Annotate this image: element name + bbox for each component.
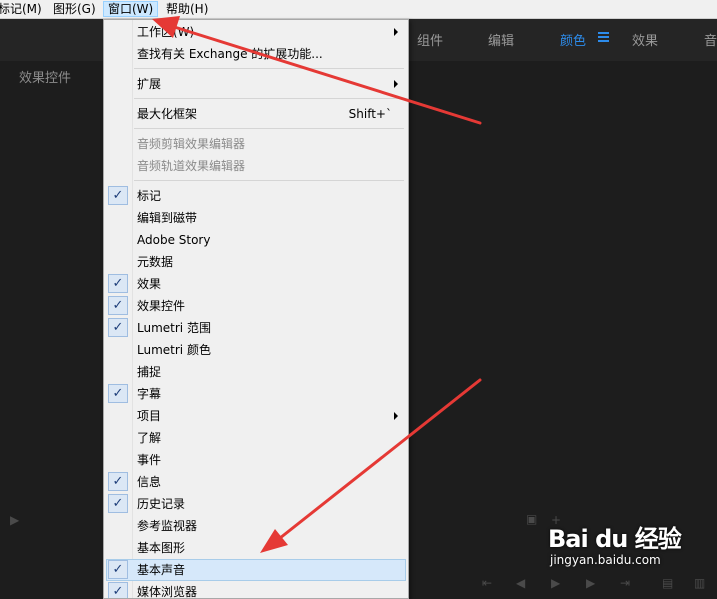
watermark-url: jingyan.baidu.com (550, 553, 661, 567)
menu-item-audio-clip-effect-editor: 音频剪辑效果编辑器 (106, 133, 406, 155)
play-indicator-icon[interactable]: ▶ (10, 514, 19, 526)
menu-item-label: Adobe Story (137, 233, 211, 247)
menu-item-effect-controls[interactable]: ✓ 效果控件 (106, 295, 406, 317)
overwrite-icon[interactable]: ▥ (694, 577, 705, 589)
menu-window[interactable]: 窗口(W) (103, 1, 159, 17)
go-to-out-icon[interactable]: ⇥ (620, 577, 630, 589)
window-menu-dropdown: 工作区(W) 查找有关 Exchange 的扩展功能... 扩展 最大化框架 S… (103, 19, 409, 599)
menu-item-capture[interactable]: 捕捉 (106, 361, 406, 383)
go-to-in-icon[interactable]: ⇤ (482, 577, 492, 589)
submenu-arrow-icon (394, 28, 398, 36)
step-back-icon[interactable]: ◀ (516, 577, 525, 589)
menu-item-label: 基本声音 (137, 563, 186, 577)
menu-item-label: 编辑到磁带 (137, 211, 198, 225)
tab-assembly[interactable]: 组件 (417, 30, 443, 49)
checkmark-icon: ✓ (108, 494, 128, 513)
menu-item-label: 查找有关 Exchange 的扩展功能... (137, 47, 323, 61)
menu-item-label: 历史记录 (137, 497, 186, 511)
menu-item-markers[interactable]: ✓ 标记 (106, 185, 406, 207)
menu-separator (134, 98, 404, 99)
workspace-menu-icon[interactable] (598, 32, 609, 43)
menu-item-workspace[interactable]: 工作区(W) (106, 21, 406, 43)
menu-item-label: 捕捉 (137, 365, 162, 379)
menu-item-adobe-story[interactable]: Adobe Story (106, 229, 406, 251)
tab-effects[interactable]: 效果 (632, 30, 658, 49)
menu-item-find-exchange[interactable]: 查找有关 Exchange 的扩展功能... (106, 43, 406, 65)
menu-item-label: 了解 (137, 431, 162, 445)
checkmark-icon: ✓ (108, 274, 128, 293)
menu-item-maximize-frame[interactable]: 最大化框架 Shift+` (106, 103, 406, 125)
menu-graphics[interactable]: 图形(G) (49, 1, 100, 17)
tab-editing[interactable]: 编辑 (488, 30, 514, 49)
menu-item-project[interactable]: 项目 (106, 405, 406, 427)
step-forward-icon[interactable]: ▶ (586, 577, 595, 589)
menu-item-label: Lumetri 颜色 (137, 343, 211, 357)
menu-item-label: 项目 (137, 409, 162, 423)
menu-help[interactable]: 帮助(H) (162, 1, 212, 17)
menu-item-label: 音频剪辑效果编辑器 (137, 137, 246, 151)
checkmark-icon: ✓ (108, 296, 128, 315)
menu-item-label: 信息 (137, 475, 162, 489)
export-frame-icon[interactable]: ▣ (526, 513, 537, 525)
menu-item-essential-graphics[interactable]: 基本图形 (106, 537, 406, 559)
menu-item-label: 工作区(W) (137, 25, 195, 39)
menu-item-label: 媒体浏览器 (137, 585, 198, 599)
tab-color[interactable]: 颜色 (560, 30, 586, 49)
menu-marker[interactable]: 标记(M) (0, 1, 46, 17)
watermark-brand: Bai du 经验 (548, 525, 682, 553)
menu-item-label: 最大化框架 (137, 107, 198, 121)
menu-item-label: 元数据 (137, 255, 174, 269)
menu-item-label: 效果控件 (137, 299, 186, 313)
menu-item-media-browser[interactable]: ✓ 媒体浏览器 (106, 581, 406, 599)
menu-item-label: 字幕 (137, 387, 162, 401)
menu-item-edit-to-tape[interactable]: 编辑到磁带 (106, 207, 406, 229)
checkmark-icon: ✓ (108, 186, 128, 205)
submenu-arrow-icon (394, 412, 398, 420)
menu-item-essential-sound[interactable]: ✓ 基本声音 (106, 559, 406, 581)
shortcut-label: Shift+` (348, 107, 392, 121)
menu-item-label: 参考监视器 (137, 519, 198, 533)
menu-item-label: 音频轨道效果编辑器 (137, 159, 246, 173)
checkmark-icon: ✓ (108, 318, 128, 337)
effect-controls-panel-title[interactable]: 效果控件 (19, 67, 71, 86)
menu-item-label: Lumetri 范围 (137, 321, 211, 335)
menu-item-lumetri-color[interactable]: Lumetri 颜色 (106, 339, 406, 361)
menu-item-extensions[interactable]: 扩展 (106, 73, 406, 95)
checkmark-icon: ✓ (108, 582, 128, 598)
checkmark-icon: ✓ (108, 560, 128, 579)
baidu-jingyan-watermark: Bai du 经验 jingyan.baidu.com (548, 525, 682, 569)
play-icon[interactable]: ▶ (551, 577, 560, 589)
menu-bar: 标记(M) 图形(G) 窗口(W) 帮助(H) (0, 0, 717, 19)
menu-item-info[interactable]: ✓ 信息 (106, 471, 406, 493)
tab-audio[interactable]: 音 (704, 30, 717, 49)
menu-item-label: 基本图形 (137, 541, 186, 555)
menu-item-label: 扩展 (137, 77, 162, 91)
menu-item-lumetri-scopes[interactable]: ✓ Lumetri 范围 (106, 317, 406, 339)
menu-item-learn[interactable]: 了解 (106, 427, 406, 449)
menu-item-events[interactable]: 事件 (106, 449, 406, 471)
menu-item-label: 效果 (137, 277, 162, 291)
checkmark-icon: ✓ (108, 384, 128, 403)
menu-item-effects[interactable]: ✓ 效果 (106, 273, 406, 295)
menu-separator (134, 180, 404, 181)
menu-item-label: 事件 (137, 453, 162, 467)
insert-icon[interactable]: ▤ (662, 577, 673, 589)
menu-separator (134, 128, 404, 129)
submenu-arrow-icon (394, 80, 398, 88)
menu-item-history[interactable]: ✓ 历史记录 (106, 493, 406, 515)
menu-item-metadata[interactable]: 元数据 (106, 251, 406, 273)
menu-item-audio-track-effect-editor: 音频轨道效果编辑器 (106, 155, 406, 177)
menu-item-captions[interactable]: ✓ 字幕 (106, 383, 406, 405)
checkmark-icon: ✓ (108, 472, 128, 491)
menu-item-reference-monitor[interactable]: 参考监视器 (106, 515, 406, 537)
menu-separator (134, 68, 404, 69)
menu-item-label: 标记 (137, 189, 162, 203)
